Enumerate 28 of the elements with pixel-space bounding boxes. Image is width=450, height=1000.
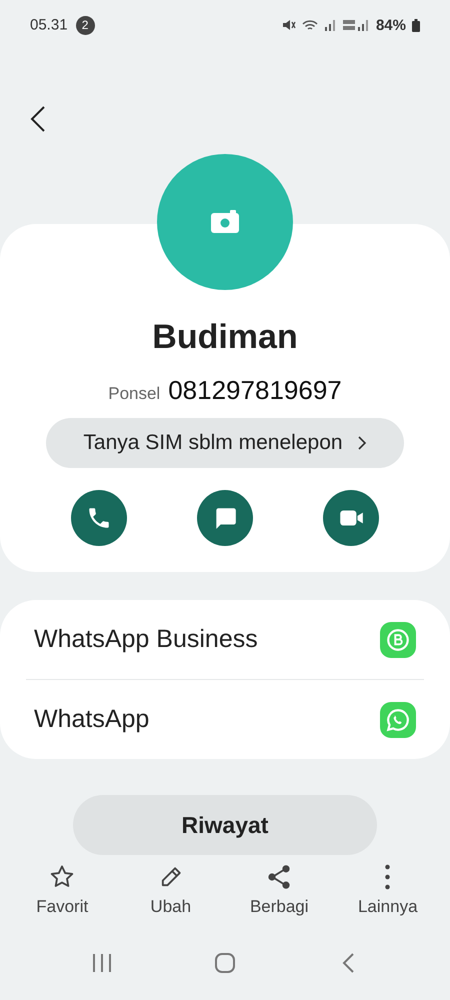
phone-number: 081297819697 <box>168 375 342 406</box>
business-chat-icon <box>385 626 411 652</box>
recents-icon <box>90 953 113 973</box>
toolbar-button[interactable]: Lainnya <box>338 863 438 917</box>
app-name[interactable]: WhatsApp <box>34 705 150 734</box>
sim-choice-button[interactable]: Tanya SIM sblm menelepon <box>46 418 404 468</box>
battery-level: 84% <box>376 16 406 34</box>
contact-name: Budiman <box>152 318 298 357</box>
back-icon <box>341 952 356 974</box>
chat-phone-icon <box>385 706 411 732</box>
signal-icon <box>324 19 336 31</box>
back-icon <box>30 105 46 133</box>
wifi-icon <box>302 18 318 32</box>
lte-signal-icon <box>342 18 370 32</box>
chevron-right-icon <box>356 435 367 451</box>
notification-count: 2 <box>76 16 95 34</box>
history-button[interactable]: Riwayat <box>73 795 377 855</box>
more-icon <box>385 864 390 890</box>
toolbar-button[interactable]: Favorit <box>12 863 112 917</box>
status-time: 05.31 <box>30 16 68 33</box>
toolbar-button[interactable]: Berbagi <box>229 863 330 917</box>
toolbar-button[interactable]: Ubah <box>120 863 221 917</box>
app-name[interactable]: WhatsApp Business <box>34 625 258 654</box>
phone-label: Ponsel <box>108 384 160 404</box>
home-icon <box>214 952 236 974</box>
mute-icon <box>282 18 296 32</box>
battery-icon <box>412 18 420 32</box>
camera-icon <box>210 210 240 234</box>
